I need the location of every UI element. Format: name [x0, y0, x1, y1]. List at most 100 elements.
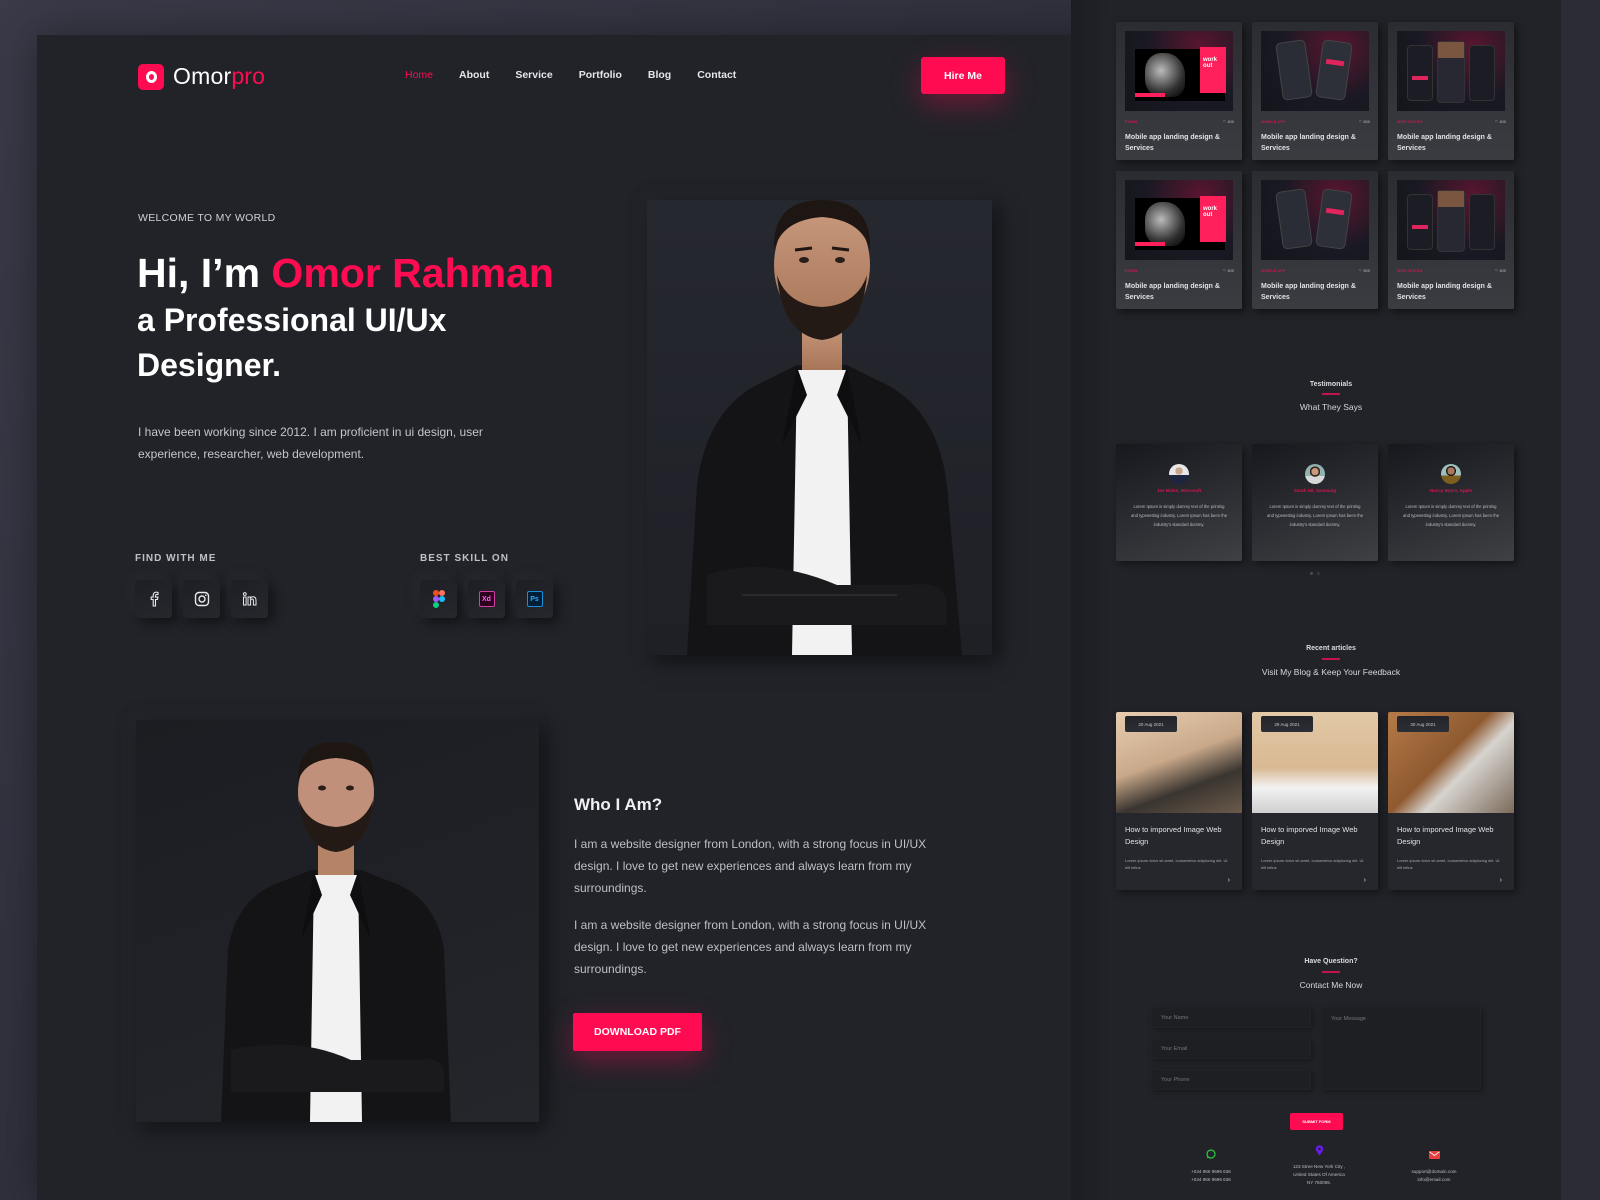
portfolio-card[interactable]: WEB DESIGN ♡ 400 Mobile app landing design… — [1388, 171, 1514, 309]
blog-date-badge: 30 Aug 2021 — [1397, 716, 1449, 732]
facebook-button[interactable] — [135, 580, 172, 618]
contact-email-input[interactable] — [1151, 1038, 1311, 1059]
heart-icon: ♡ — [1358, 119, 1363, 124]
nav-about[interactable]: About — [459, 69, 489, 81]
best-skill-label: BEST SKILL ON — [420, 553, 509, 564]
blog-post-title[interactable]: How to imporved Image Web Design — [1261, 824, 1373, 848]
portfolio-category: MOBILE APP — [1261, 269, 1286, 273]
logo[interactable]: Omorpro — [138, 63, 265, 90]
blog-date-badge: 29 Aug 2021 — [1261, 716, 1313, 732]
figma-skill — [420, 580, 457, 618]
testimonial-name: Sarah Nil, Samsung — [1293, 488, 1337, 493]
preview-page-right: work out FIGMA ♡ 400 Mobile app landing des… — [1071, 0, 1561, 1200]
blog-post-excerpt: Lorem ipsum dolor sit amet, consectetur … — [1261, 858, 1364, 870]
contact-message-input[interactable] — [1321, 1007, 1481, 1090]
linkedin-button[interactable] — [231, 580, 268, 618]
blog-post-excerpt: Lorem ipsum dolor sit amet, consectetur … — [1125, 858, 1228, 870]
contact-phone-input[interactable] — [1151, 1069, 1311, 1090]
heart-icon: ♡ — [1358, 268, 1363, 273]
email-line-2: info@email.com — [1417, 1177, 1451, 1182]
about-paragraph-2: I am a website designer from London, wit… — [574, 918, 927, 976]
address-line-3: NY 750065. — [1306, 1180, 1332, 1185]
blog-kicker: Recent articles — [1306, 645, 1356, 652]
hire-me-button[interactable]: Hire Me — [921, 57, 1005, 94]
linkedin-icon — [242, 592, 256, 606]
blog-post-title[interactable]: How to imporved Image Web Design — [1397, 824, 1509, 848]
hero-greeting: Hi, I’m — [137, 250, 272, 296]
main-landing-page: Omorpro Home About Service Portfolio Blo… — [37, 35, 1112, 1200]
background-strip — [1561, 0, 1600, 1200]
portfolio-title: Mobile app landing design & Services — [1125, 134, 1220, 152]
download-pdf-button[interactable]: DOWNLOAD PDF — [573, 1013, 702, 1051]
blog-card[interactable]: 30 Aug 2021 How to imporved Image Web Des… — [1388, 712, 1514, 890]
testimonial-name: Joe Biden, Microsoft — [1156, 488, 1202, 493]
mail-icon — [1428, 1151, 1440, 1159]
testimonial-text: Lorem Ipsum is simply dummy text of the … — [1266, 504, 1364, 527]
about-title: Who I Am? — [574, 795, 663, 814]
testimonial-name: Nancy Byers, Apple — [1429, 488, 1473, 493]
adobe-xd-icon: Xd — [478, 591, 495, 607]
testimonials-divider — [1322, 393, 1340, 395]
contact-divider — [1322, 971, 1340, 973]
workout-thumb-text: work out — [1200, 196, 1226, 242]
blog-image: 20 Aug 2021 — [1116, 712, 1242, 813]
logo-icon — [138, 63, 164, 90]
top-navigation: Omorpro Home About Service Portfolio Blo… — [37, 35, 1112, 115]
hero-portrait-image — [687, 200, 962, 655]
nav-contact[interactable]: Contact — [697, 69, 736, 81]
contact-phone-info: +044 966 9696 636 +044 966 9696 636 — [1161, 1146, 1261, 1184]
contact-address-info: 123 Stree New York City , United States O… — [1269, 1143, 1369, 1187]
nav-menu: Home About Service Portfolio Blog Contac… — [405, 69, 762, 81]
portfolio-thumbnail — [1397, 180, 1505, 260]
portfolio-thumbnail: work out — [1125, 31, 1233, 111]
portfolio-card[interactable]: MOBILE APP ♡ 500 Mobile app landing design… — [1252, 22, 1378, 160]
phone-line-1: +044 966 9696 636 — [1191, 1169, 1231, 1174]
testimonials-title: What They Says — [1299, 402, 1363, 412]
portfolio-card[interactable]: work out FIGMA ♡ 400 Mobile app landing des… — [1116, 22, 1242, 160]
address-line-2: United States Of America — [1293, 1172, 1345, 1177]
portfolio-card[interactable]: WEB DESIGN ♡ 400 Mobile app landing design… — [1388, 22, 1514, 160]
nav-blog[interactable]: Blog — [648, 69, 671, 81]
nav-service[interactable]: Service — [515, 69, 552, 81]
portfolio-title: Mobile app landing design & Services — [1261, 283, 1356, 301]
testimonial-card: Joe Biden, Microsoft Lorem Ipsum is simpl… — [1116, 444, 1242, 561]
testimonial-text: Lorem Ipsum is simply dummy text of the … — [1402, 504, 1500, 527]
blog-card[interactable]: 29 Aug 2021 How to imporved Image Web Des… — [1252, 712, 1378, 890]
hero-name: Omor Rahman — [271, 250, 554, 296]
photoshop-icon: Ps — [526, 591, 543, 607]
instagram-button[interactable] — [183, 580, 220, 618]
nav-portfolio[interactable]: Portfolio — [579, 69, 622, 81]
address-line-1: 123 Stree New York City , — [1292, 1164, 1346, 1169]
blog-title: Visit My Blog & Keep Your Feedback — [1261, 667, 1401, 677]
submit-form-button[interactable]: SUBMIT FORM — [1290, 1113, 1343, 1130]
heart-icon: ♡ — [1222, 268, 1227, 273]
hero-role-line2: Designer. — [137, 347, 282, 383]
blog-post-title[interactable]: How to imporved Image Web Design — [1125, 824, 1237, 848]
portfolio-title: Mobile app landing design & Services — [1125, 283, 1220, 301]
chevron-right-icon[interactable]: › — [1500, 877, 1502, 884]
testimonial-card: Sarah Nil, Samsung Lorem Ipsum is simply … — [1252, 444, 1378, 561]
right-page-content: work out FIGMA ♡ 400 Mobile app landing des… — [1111, 0, 1551, 1200]
figma-icon — [432, 590, 445, 608]
testimonial-avatar — [1441, 464, 1461, 484]
nav-home[interactable]: Home — [405, 69, 433, 81]
portfolio-thumbnail — [1261, 180, 1369, 260]
blog-card[interactable]: 20 Aug 2021 How to imporved Image Web Des… — [1116, 712, 1242, 890]
portfolio-card[interactable]: work out FIGMA ♡ 400 Mobile app landing des… — [1116, 171, 1242, 309]
chevron-right-icon[interactable]: › — [1364, 877, 1366, 884]
contact-name-input[interactable] — [1151, 1007, 1311, 1028]
testimonial-avatar — [1305, 464, 1325, 484]
portfolio-title: Mobile app landing design & Services — [1261, 134, 1356, 152]
testimonial-pagination-dots[interactable] — [1310, 572, 1320, 575]
instagram-icon — [194, 591, 209, 607]
portfolio-category: WEB DESIGN — [1397, 269, 1423, 273]
blog-image: 30 Aug 2021 — [1388, 712, 1514, 813]
email-line-1: support@domain.com — [1411, 1169, 1457, 1174]
portfolio-card[interactable]: MOBILE APP ♡ 500 Mobile app landing design… — [1252, 171, 1378, 309]
logo-main-text: Omor — [173, 63, 232, 89]
location-pin-icon — [1315, 1145, 1323, 1156]
portfolio-thumbnail: work out — [1125, 180, 1233, 260]
testimonial-card: Nancy Byers, Apple Lorem Ipsum is simply … — [1388, 444, 1514, 561]
chevron-right-icon[interactable]: › — [1228, 877, 1230, 884]
blog-image: 29 Aug 2021 — [1252, 712, 1378, 813]
